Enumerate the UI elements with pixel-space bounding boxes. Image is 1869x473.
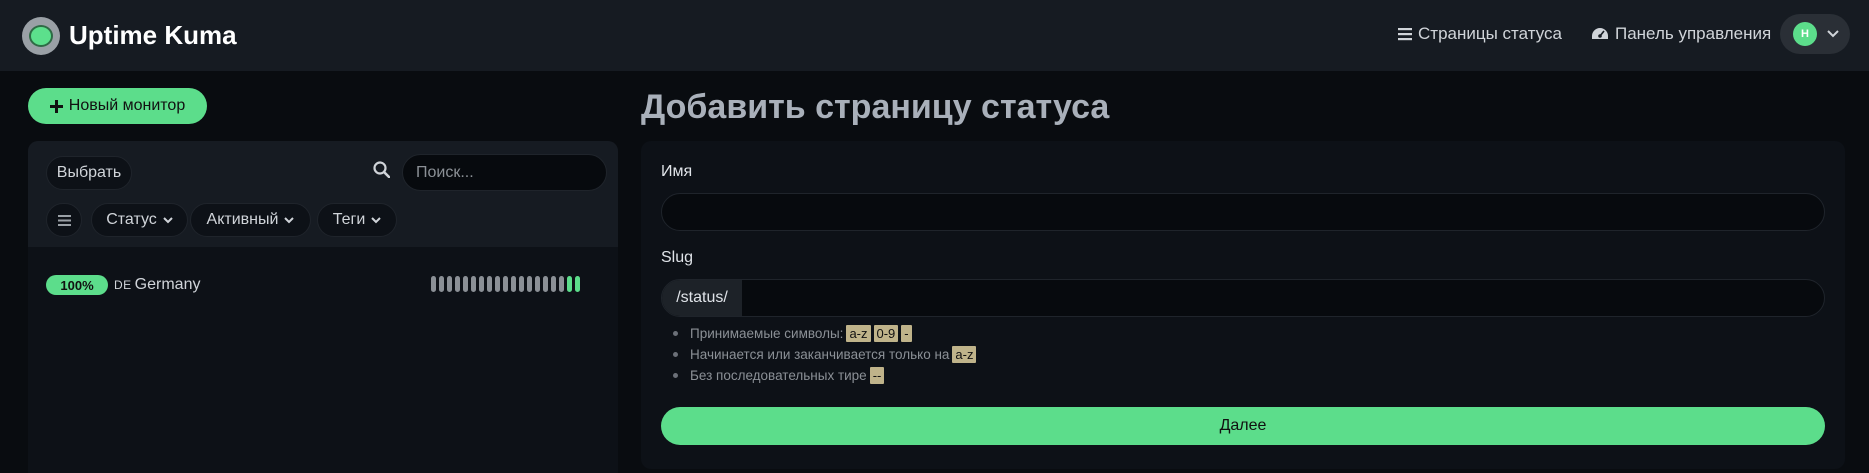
top-navbar: Uptime Kuma Страницы статуса Панель упра… [0,0,1869,71]
heartbeat-down [463,276,468,292]
search-icon[interactable] [373,161,390,178]
status-filter-dropdown[interactable]: Статус [91,203,188,237]
nav-dashboard-label: Панель управления [1615,24,1772,43]
uptime-badge: 100% [46,275,108,295]
list-item[interactable]: 100% DE Germany [46,272,606,298]
chevron-down-icon [371,216,381,224]
slug-prefix: /status/ [662,280,742,316]
chevron-down-icon [1827,30,1839,38]
heartbeat-down [487,276,492,292]
monitor-list-header: Выбрать Статус Активный Теги [28,141,618,247]
code-dash: - [901,325,912,342]
code-09: 0-9 [873,325,899,342]
heartbeat-down [447,276,452,292]
plus-icon [49,99,63,113]
dashboard-gauge-icon [1591,26,1609,42]
select-button[interactable]: Выбрать [46,156,132,190]
brand-title[interactable]: Uptime Kuma [69,20,237,51]
rule-allowed-text: Принимаемые символы: [690,326,844,341]
slug-input[interactable] [742,280,1824,316]
code-az-start-end: a-z [952,346,977,363]
heartbeat-down [455,276,460,292]
status-list-icon [1398,27,1412,41]
tags-filter-label: Теги [332,211,366,228]
logo-dot [29,25,53,47]
slug-label: Slug [661,249,694,266]
heartbeat-up [575,276,580,292]
rule-no-consecutive: Без последовательных тире -- [673,365,976,386]
status-filter-label: Статус [106,211,157,228]
slug-rules-list: Принимаемые символы: a-z 0-9 - Начинаетс… [673,323,977,386]
heartbeat-down [439,276,444,292]
heartbeat-down [559,276,564,292]
page-title: Добавить страницу статуса [641,88,1110,126]
new-monitor-label: Новый монитор [68,97,186,114]
monitor-name-label: Germany [134,276,201,293]
country-flag: DE [114,278,132,292]
heartbeat-down [511,276,516,292]
heartbeat-down [527,276,532,292]
nav-dashboard[interactable]: Панель управления [1591,24,1771,44]
code-az: a-z [846,325,871,342]
heartbeat-down [431,276,436,292]
rule-allowed-chars: Принимаемые символы: a-z 0-9 - [673,323,976,344]
nav-status-pages-label: Страницы статуса [1418,24,1562,43]
name-input[interactable] [661,193,1825,231]
heartbeat-down [503,276,508,292]
heartbeat-bar [431,276,580,292]
rule-start-end: Начинается или заканчивается только на a… [673,344,977,365]
add-status-page-form: Имя Slug /status/ Принимаемые символы: a… [641,141,1845,469]
uptime-kuma-logo[interactable] [22,17,60,55]
search-input[interactable] [402,154,607,191]
chevron-down-icon [163,216,173,224]
heartbeat-down [535,276,540,292]
slug-input-group: /status/ [661,279,1825,317]
new-monitor-button[interactable]: Новый монитор [28,88,207,124]
heartbeat-down [543,276,548,292]
heartbeat-up [567,276,572,292]
heartbeat-down [551,276,556,292]
active-filter-label: Активный [206,211,279,228]
chevron-down-icon [284,216,295,224]
monitor-name: DE Germany [114,276,200,294]
heartbeat-down [495,276,500,292]
avatar: H [1793,22,1817,46]
tags-filter-dropdown[interactable]: Теги [317,203,397,237]
select-all-menu-button[interactable] [46,203,82,237]
heartbeat-down [519,276,524,292]
heartbeat-down [479,276,484,292]
name-label: Имя [661,163,693,180]
rule-no-consecutive-text: Без последовательных тире [690,368,867,383]
monitor-list-panel: Выбрать Статус Активный Теги [28,141,618,473]
rule-start-end-text: Начинается или заканчивается только на [690,347,950,362]
active-filter-dropdown[interactable]: Активный [190,203,311,237]
heartbeat-down [471,276,476,292]
next-button[interactable]: Далее [661,407,1825,445]
nav-status-pages[interactable]: Страницы статуса [1398,24,1562,44]
user-menu-button[interactable]: H [1780,14,1850,54]
hamburger-icon [57,214,71,226]
code-double-dash: -- [869,367,885,384]
